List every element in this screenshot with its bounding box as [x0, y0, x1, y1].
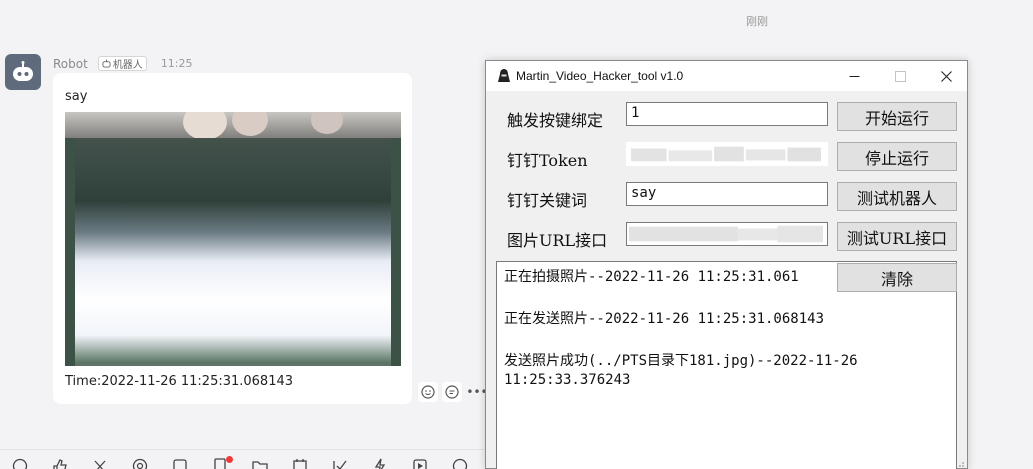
test-url-button[interactable]: 测试URL接口	[837, 222, 957, 251]
webcam-photo[interactable]	[65, 112, 401, 366]
chat-timestamp: 刚刚	[746, 15, 768, 28]
robot-badge: 机器人	[97, 56, 147, 71]
message-bubble[interactable]: say Time:2022-11-26 11:25:31.068143	[53, 73, 412, 404]
maximize-icon[interactable]	[877, 61, 923, 91]
play-icon[interactable]	[412, 458, 428, 469]
webcam-photo-image	[65, 112, 401, 366]
robot-icon	[13, 61, 33, 81]
folder-icon[interactable]	[252, 458, 268, 469]
calendar-icon[interactable]	[292, 458, 308, 469]
like-icon[interactable]	[52, 458, 68, 469]
window-title: Martin_Video_Hacker_tool v1.0	[516, 69, 684, 83]
log-line: 11:25:33.376243	[504, 372, 631, 388]
hotkey-input[interactable]: 1	[626, 102, 828, 126]
log-line: 正在拍摄照片--2022-11-26 11:25:31.061	[504, 269, 799, 285]
resize-grip-icon[interactable]	[955, 460, 965, 468]
checkbox-icon[interactable]	[172, 458, 188, 469]
stop-button[interactable]: 停止运行	[837, 142, 957, 171]
robot-tag-icon	[102, 59, 111, 68]
tool-window: Martin_Video_Hacker_tool v1.0 触发按键绑定 1 开…	[485, 60, 968, 469]
scissors-icon[interactable]	[92, 458, 108, 469]
robot-avatar[interactable]	[5, 54, 41, 90]
test-robot-button[interactable]: 测试机器人	[837, 182, 957, 211]
redaction-mosaic	[628, 225, 824, 243]
currency-icon[interactable]	[452, 458, 468, 469]
lightning-icon[interactable]	[372, 458, 388, 469]
robot-badge-label: 机器人	[112, 60, 143, 71]
message-caption: Time:2022-11-26 11:25:31.068143	[65, 374, 294, 389]
message-header: Robot 机器人 11:25	[53, 56, 193, 71]
sender-name[interactable]: Robot	[53, 57, 88, 71]
log-line: 发送照片成功(../PTS目录下181.jpg)--2022-11-26	[504, 353, 858, 369]
keyword-label: 钉钉关键词	[507, 191, 588, 210]
window-titlebar[interactable]: Martin_Video_Hacker_tool v1.0	[486, 61, 967, 91]
app-hacker-icon	[498, 69, 510, 82]
image-url-input-redacted[interactable]	[626, 222, 828, 246]
start-button[interactable]: 开始运行	[837, 102, 957, 131]
log-line: 正在发送照片--2022-11-26 11:25:31.068143	[504, 311, 825, 327]
keyword-input[interactable]: say	[626, 182, 828, 206]
token-input-redacted[interactable]	[626, 142, 828, 166]
at-icon[interactable]	[132, 458, 148, 469]
notification-dot	[226, 456, 233, 463]
hotkey-label: 触发按键绑定	[507, 111, 604, 130]
redaction-mosaic	[630, 146, 822, 162]
message-actions: •••	[418, 382, 488, 402]
approval-icon[interactable]	[332, 458, 348, 469]
message-title: say	[65, 89, 88, 104]
message-time: 11:25	[160, 57, 193, 70]
close-icon[interactable]	[923, 61, 969, 91]
minimize-icon[interactable]	[831, 61, 877, 91]
chat-toolbar	[0, 449, 500, 469]
emoji-icon[interactable]	[12, 458, 28, 469]
image-url-label: 图片URL接口	[507, 231, 608, 250]
comment-icon[interactable]	[442, 382, 462, 402]
log-output[interactable]: 正在拍摄照片--2022-11-26 11:25:31.061 正在发送照片--…	[496, 261, 957, 469]
token-label: 钉钉Token	[507, 151, 588, 170]
emoji-reply-icon[interactable]	[418, 382, 438, 402]
clear-button[interactable]: 清除	[837, 263, 957, 292]
